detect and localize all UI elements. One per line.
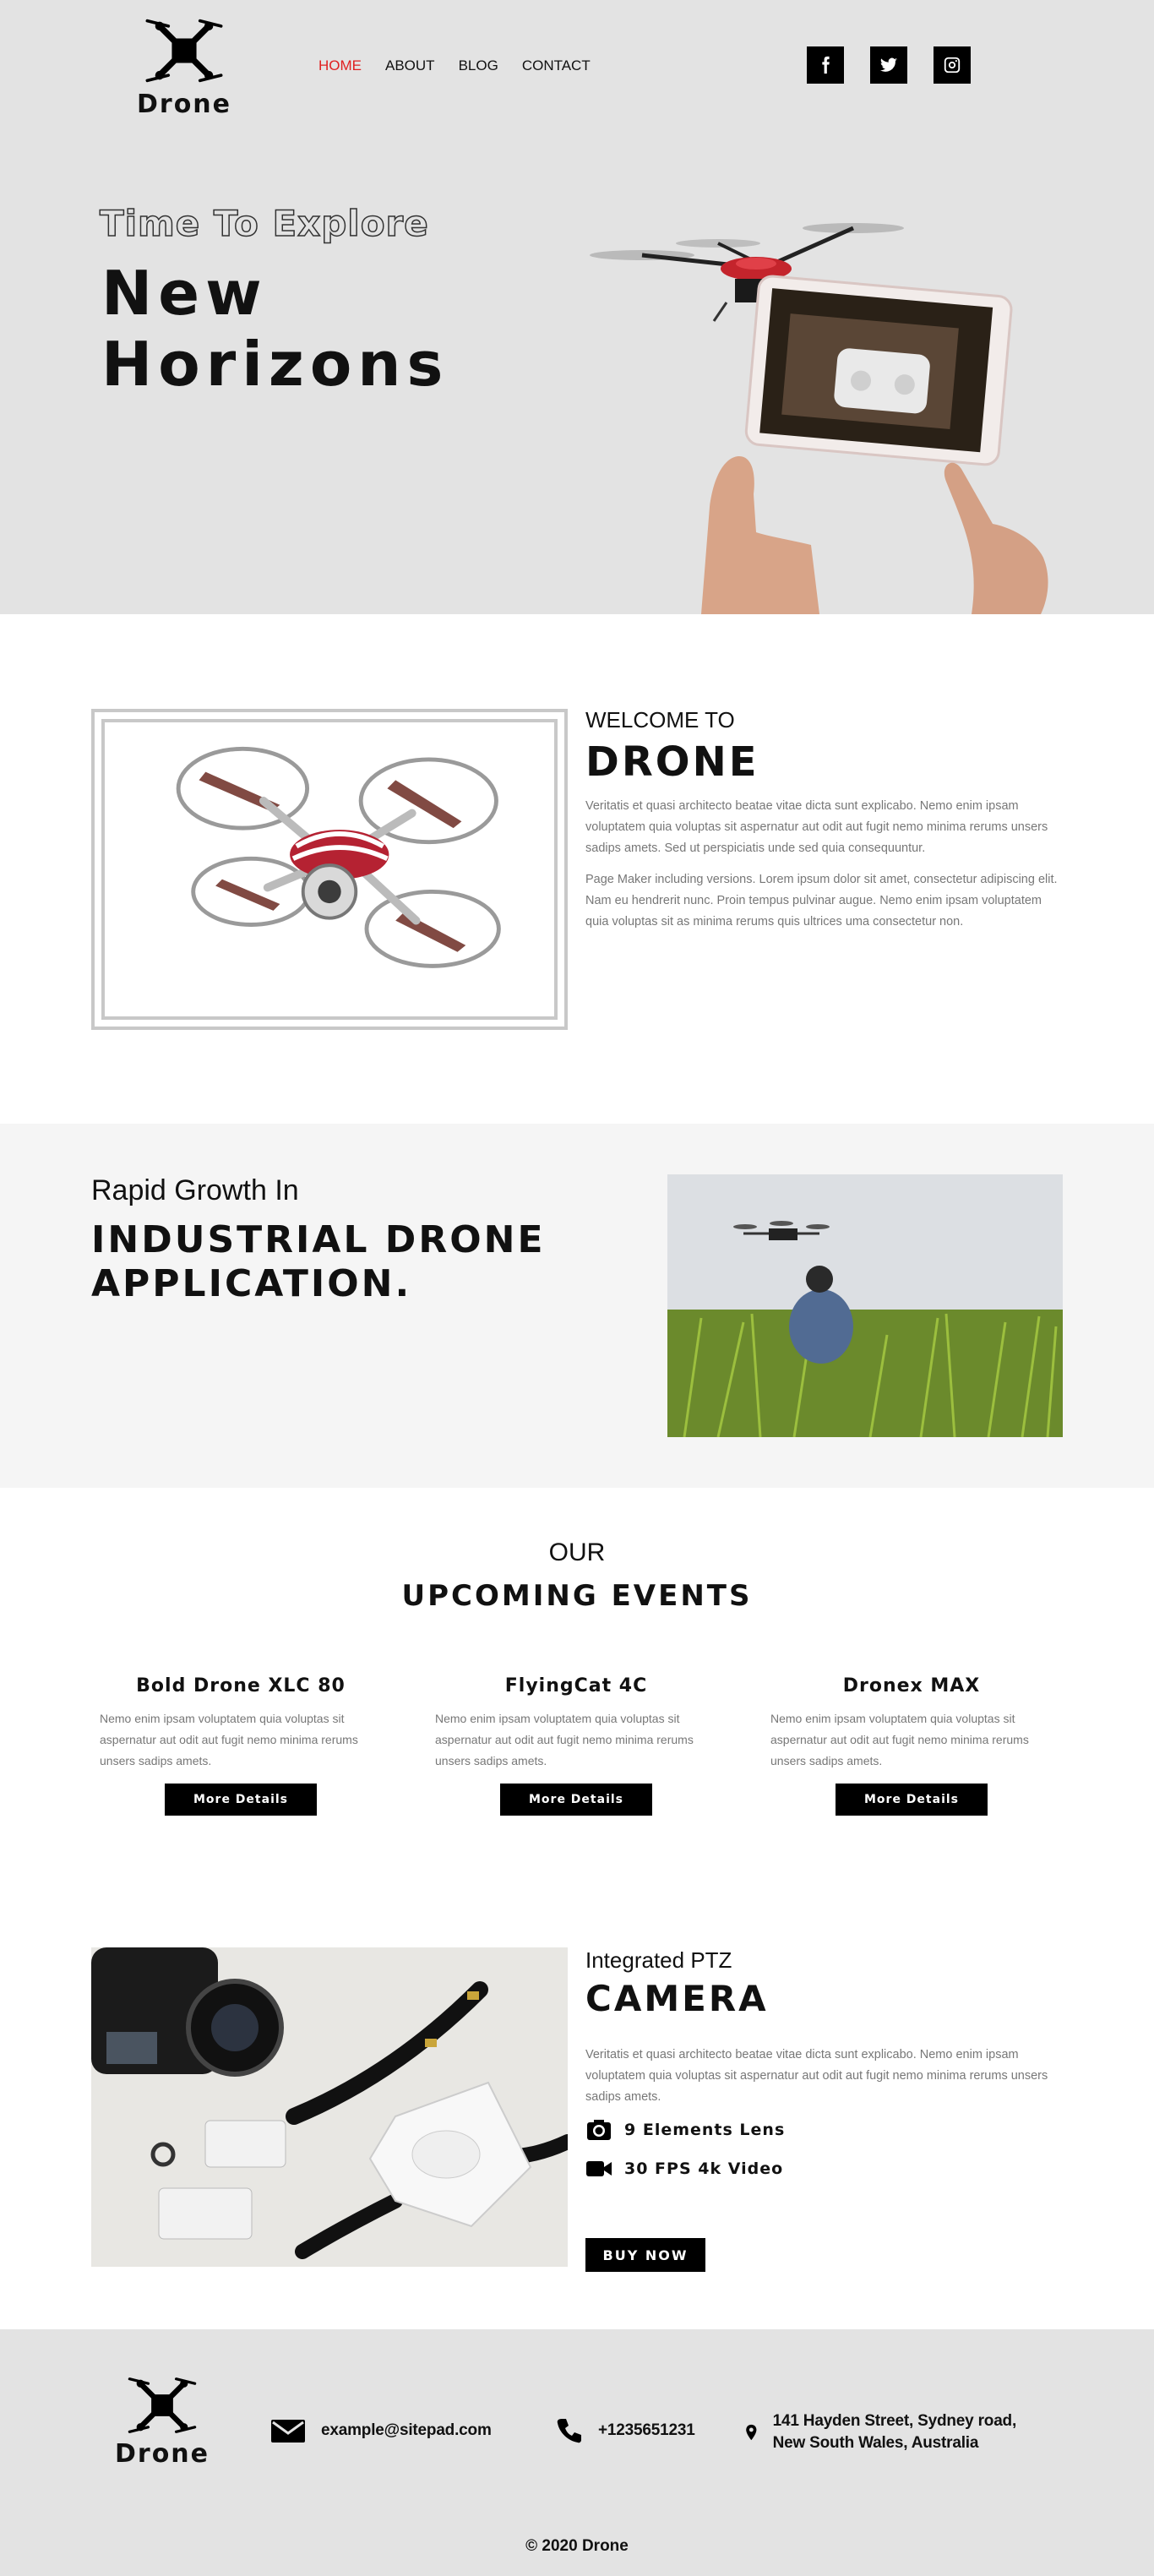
twitter-link[interactable] — [870, 46, 907, 84]
drone-logo-icon — [128, 2377, 197, 2433]
footer-email[interactable]: example@sitepad.com — [270, 2417, 492, 2444]
feature-video: 30 FPS 4k Video — [585, 2157, 1059, 2181]
welcome-kicker: WELCOME TO — [585, 707, 735, 732]
twitter-icon — [879, 57, 898, 72]
camera-icon — [587, 2120, 611, 2140]
instagram-icon — [944, 57, 961, 74]
drone-logo-icon — [145, 19, 223, 83]
camera-kicker: Integrated PTZ — [585, 1947, 732, 1973]
more-details-button[interactable]: More Details — [165, 1784, 317, 1816]
event-cards: Bold Drone XLC 80 Nemo enim ipsam volupt… — [91, 1675, 1061, 1816]
event-card-text: Nemo enim ipsam voluptatem quia voluptas… — [770, 1712, 1029, 1767]
events-section: OUR UPCOMING EVENTS Bold Drone XLC 80 Ne… — [0, 1488, 1154, 1920]
event-card-title: Bold Drone XLC 80 — [136, 1675, 346, 1696]
industrial-kicker: Rapid Growth In — [91, 1174, 299, 1206]
footer-address: 141 Hayden Street, Sydney road, New Sout… — [745, 2410, 1049, 2454]
hero-subtitle: Time To Explore — [99, 202, 429, 245]
industrial-section: Rapid Growth In INDUSTRIAL DRONE APPLICA… — [0, 1124, 1154, 1488]
welcome-text: WELCOME TO DRONE Veritatis et quasi arch… — [585, 707, 1059, 943]
video-camera-icon — [586, 2161, 612, 2176]
welcome-paragraph-1: Veritatis et quasi architecto beatae vit… — [585, 799, 1048, 855]
footer-phone[interactable]: +1235651231 — [556, 2417, 695, 2444]
facebook-icon — [822, 56, 830, 74]
logo-text: Drone — [137, 90, 232, 119]
event-card-text: Nemo enim ipsam voluptatem quia voluptas… — [435, 1712, 694, 1767]
instagram-link[interactable] — [934, 46, 971, 84]
hero-title-line1: New — [101, 258, 268, 329]
footer-email-text: example@sitepad.com — [321, 2421, 492, 2439]
events-kicker: OUR — [548, 1539, 606, 1566]
event-card: Dronex MAX Nemo enim ipsam voluptatem qu… — [762, 1675, 1061, 1816]
welcome-title: DRONE — [585, 738, 759, 786]
nav-contact[interactable]: CONTACT — [522, 57, 591, 74]
footer-logo[interactable]: Drone — [115, 2366, 210, 2469]
hero-section: Drone HOME ABOUT BLOG CONTACT Time To Ex… — [0, 0, 1154, 614]
main-nav: HOME ABOUT BLOG CONTACT — [318, 57, 591, 74]
events-title: UPCOMING EVENTS — [401, 1579, 753, 1613]
welcome-paragraph-2: Page Maker including versions. Lorem ips… — [585, 873, 1058, 929]
hero-title: New Horizons — [101, 258, 449, 400]
envelope-icon — [271, 2420, 305, 2443]
camera-text: Integrated PTZ CAMERA Veritatis et quasi… — [585, 1947, 1059, 2272]
industrial-title: INDUSTRIAL DRONE APPLICATION. — [91, 1218, 546, 1305]
event-card-text: Nemo enim ipsam voluptatem quia voluptas… — [100, 1712, 358, 1767]
feature-video-label: 30 FPS 4k Video — [624, 2159, 784, 2178]
site-logo[interactable]: Drone — [137, 7, 231, 119]
facebook-link[interactable] — [807, 46, 844, 84]
footer-logo-text: Drone — [115, 2439, 210, 2469]
nav-blog[interactable]: BLOG — [459, 57, 498, 74]
hero-drone-tablet-image — [590, 223, 1048, 614]
more-details-button[interactable]: More Details — [836, 1784, 988, 1816]
hero-title-line2: Horizons — [101, 329, 449, 400]
social-links — [807, 46, 971, 84]
event-card: Bold Drone XLC 80 Nemo enim ipsam volupt… — [91, 1675, 390, 1816]
welcome-image-frame — [91, 709, 568, 1030]
nav-home[interactable]: HOME — [318, 57, 362, 74]
copyright: © 2020 Drone — [525, 2537, 629, 2555]
welcome-section: WELCOME TO DRONE Veritatis et quasi arch… — [0, 614, 1154, 1124]
footer: Drone example@sitepad.com +1235651231 14… — [0, 2329, 1154, 2576]
event-card: FlyingCat 4C Nemo enim ipsam voluptatem … — [427, 1675, 726, 1816]
footer-address-text: 141 Hayden Street, Sydney road, New Sout… — [772, 2412, 1017, 2452]
industrial-photo — [667, 1174, 1063, 1437]
footer-phone-text: +1235651231 — [598, 2421, 695, 2439]
feature-lens: 9 Elements Lens — [585, 2118, 1059, 2142]
camera-photo — [91, 1947, 568, 2267]
camera-paragraph: Veritatis et quasi architecto beatae vit… — [585, 2048, 1048, 2104]
map-marker-icon — [746, 2424, 757, 2441]
nav-about[interactable]: ABOUT — [385, 57, 435, 74]
more-details-button[interactable]: More Details — [500, 1784, 652, 1816]
drone-product-image — [176, 746, 501, 968]
event-card-title: Dronex MAX — [842, 1675, 981, 1696]
buy-now-button[interactable]: BUY NOW — [585, 2238, 705, 2272]
feature-lens-label: 9 Elements Lens — [624, 2121, 786, 2139]
camera-title: CAMERA — [585, 1978, 769, 2019]
phone-icon — [557, 2419, 581, 2443]
camera-section: Integrated PTZ CAMERA Veritatis et quasi… — [0, 1920, 1154, 2329]
event-card-title: FlyingCat 4C — [504, 1675, 648, 1696]
